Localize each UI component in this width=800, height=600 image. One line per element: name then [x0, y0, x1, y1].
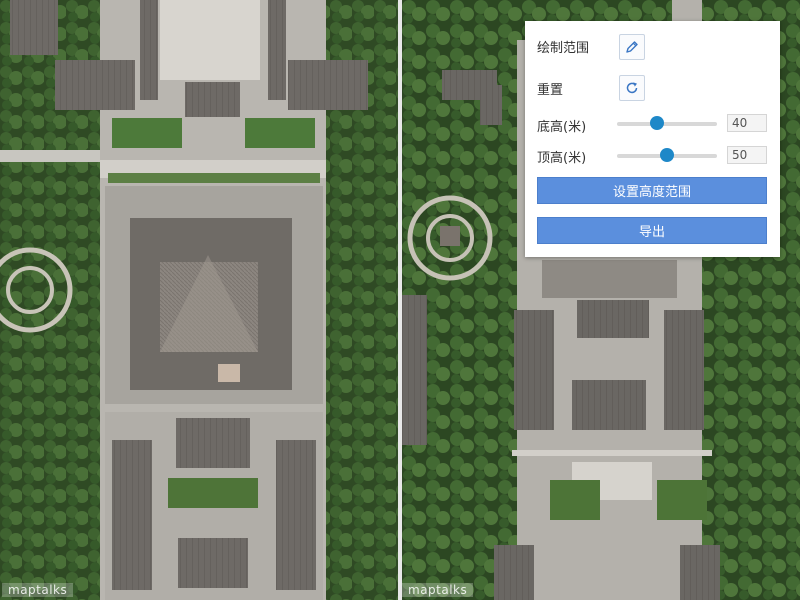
reset-button[interactable] [619, 75, 645, 101]
set-height-range-button[interactable]: 设置高度范围 [537, 177, 767, 204]
left-map-view[interactable]: maptalks [0, 0, 398, 600]
export-button[interactable]: 导出 [537, 217, 767, 244]
reset-label: 重置 [537, 83, 564, 98]
map-watermark-left: maptalks [2, 583, 74, 597]
top-height-row: 顶高(米) [537, 147, 586, 166]
left-satellite-imagery [0, 0, 398, 600]
top-height-slider-thumb[interactable] [660, 148, 674, 162]
bottom-height-label: 底高(米) [537, 120, 587, 135]
bottom-height-slider-thumb[interactable] [650, 116, 664, 130]
refresh-icon [626, 82, 638, 94]
height-range-panel: 绘制范围 重置 底高(米) 40 顶高(米) 50 设置高度范围 导出 [525, 21, 780, 257]
reset-row: 重置 [537, 79, 563, 98]
bottom-height-slider[interactable] [617, 116, 717, 130]
draw-range-label: 绘制范围 [537, 41, 590, 56]
top-height-input[interactable]: 50 [727, 146, 767, 164]
draw-range-row: 绘制范围 [537, 37, 589, 56]
pencil-icon [626, 41, 638, 53]
draw-range-button[interactable] [619, 34, 645, 60]
top-height-label: 顶高(米) [537, 151, 587, 166]
bottom-height-input[interactable]: 40 [727, 114, 767, 132]
map-watermark-right: maptalks [402, 583, 474, 597]
top-height-slider[interactable] [617, 148, 717, 162]
bottom-height-row: 底高(米) [537, 116, 586, 135]
